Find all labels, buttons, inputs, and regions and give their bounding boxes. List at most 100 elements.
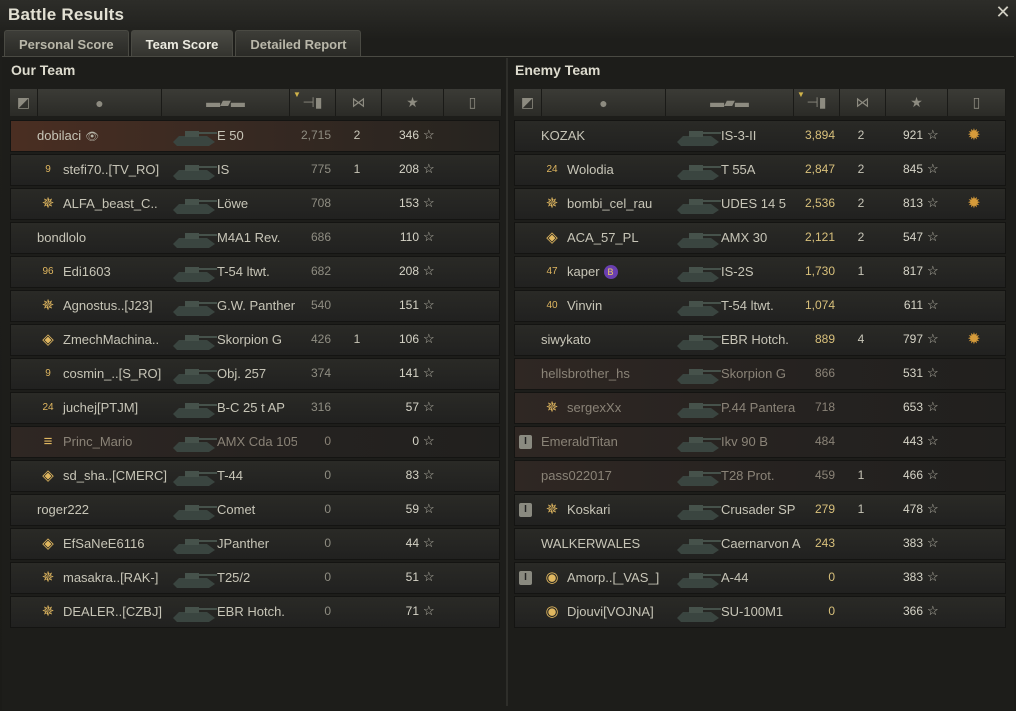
- kills-icon[interactable]: ⋈: [840, 89, 886, 116]
- rank-badge-icon: ◉: [545, 603, 559, 620]
- table-row[interactable]: dobilaci 👁 E 50 2,715 2 346 ☆: [10, 120, 500, 152]
- tank-icon[interactable]: ▬▰▬: [162, 89, 290, 116]
- table-row[interactable]: bondlolo M4A1 Rev. 686 110 ☆: [10, 222, 500, 254]
- damage-value: 0: [324, 468, 331, 482]
- table-row[interactable]: I EmeraldTitan Ikv 90 B 484 443 ☆: [514, 426, 1006, 458]
- tab-team-score[interactable]: Team Score: [130, 30, 234, 56]
- damage-value: 426: [310, 332, 331, 346]
- table-row[interactable]: ◉ Djouvi[VOJNA] SU-100M1 0 366 ☆: [514, 596, 1006, 628]
- damage-value: 686: [310, 230, 331, 244]
- table-row[interactable]: 47 kaper B IS-2S 1,730 1 817 ☆: [514, 256, 1006, 288]
- player-name: sergexXx: [567, 400, 621, 415]
- table-row[interactable]: ◈ EfSaNeE6116 JPanther 0 44 ☆: [10, 528, 500, 560]
- kills-value: 1: [857, 502, 865, 516]
- kills-icon[interactable]: ⋈: [336, 89, 382, 116]
- damage-icon[interactable]: ▼ ⊣▮: [794, 89, 840, 116]
- table-row[interactable]: ✵ masakra..[RAK-] T25/2 0 51 ☆: [10, 562, 500, 594]
- tab-detailed-report[interactable]: Detailed Report: [235, 30, 362, 56]
- tab-personal-score[interactable]: Personal Score: [4, 30, 129, 56]
- table-row[interactable]: ✵ sergexXx P.44 Pantera 718 653 ☆: [514, 392, 1006, 424]
- table-row[interactable]: ◈ ZmechMachina.. Skorpion G 426 1 106 ☆: [10, 324, 500, 356]
- damage-value: 316: [310, 400, 331, 414]
- xp-value: 921: [902, 128, 923, 142]
- table-row[interactable]: 9 stefi70..[TV_RO] IS 775 1 208 ☆: [10, 154, 500, 186]
- damage-value: 1,730: [804, 264, 835, 278]
- player-name: bondlolo: [37, 230, 86, 245]
- table-row[interactable]: siwykato EBR Hotch. 889 4 797 ☆ ✹: [514, 324, 1006, 356]
- xp-value: 110: [399, 230, 419, 244]
- xp-value: 153: [398, 196, 419, 210]
- player-name-text: masakra..[RAK-]: [63, 570, 159, 585]
- xp-star-icon: ☆: [423, 331, 435, 346]
- damage-icon[interactable]: ▼ ⊣▮: [290, 89, 336, 116]
- table-row[interactable]: pass022017 T28 Prot. 459 1 466 ☆: [514, 460, 1006, 492]
- table-row[interactable]: roger222 Comet 0 59 ☆: [10, 494, 500, 526]
- tank-icon[interactable]: ▬▰▬: [666, 89, 794, 116]
- table-row[interactable]: 24 juchej[PTJM] B-C 25 t AP 316 57 ☆: [10, 392, 500, 424]
- table-row[interactable]: 24 Wolodia T 55A 2,847 2 845 ☆: [514, 154, 1006, 186]
- player-name-text: DEALER..[CZBJ]: [63, 604, 162, 619]
- table-row[interactable]: 9 cosmin_..[S_RO] Obj. 257 374 141 ☆: [10, 358, 500, 390]
- xp-star-icon: ☆: [423, 501, 435, 516]
- kills-value: 1: [353, 332, 361, 346]
- squad-icon[interactable]: ◩: [514, 89, 542, 116]
- kills-value: 1: [857, 264, 865, 278]
- platoon-icon: I: [519, 503, 532, 517]
- tank-icon: [673, 294, 723, 319]
- xp-star-icon[interactable]: ★: [382, 89, 444, 116]
- xp-value: 106: [398, 332, 419, 346]
- damage-value: 243: [814, 536, 835, 550]
- tank-icon: [169, 566, 219, 591]
- table-row[interactable]: hellsbrother_hs Skorpion G 866 531 ☆: [514, 358, 1006, 390]
- medal-icon[interactable]: ▯: [444, 89, 502, 116]
- table-row[interactable]: 40 Vinvin T-54 ltwt. 1,074 611 ☆: [514, 290, 1006, 322]
- table-row[interactable]: KOZAK IS-3-II 3,894 2 921 ☆ ✹: [514, 120, 1006, 152]
- table-row[interactable]: ✵ ALFA_beast_C.. Löwe 708 153 ☆: [10, 188, 500, 220]
- xp-star-icon: ☆: [423, 535, 435, 550]
- player-icon[interactable]: ●: [38, 89, 162, 116]
- table-row[interactable]: ✵ Agnostus..[J23] G.W. Panther 540 151 ☆: [10, 290, 500, 322]
- xp-star-icon[interactable]: ★: [886, 89, 948, 116]
- table-row[interactable]: I ◉ Amorp..[_VAS_] A-44 0 383 ☆: [514, 562, 1006, 594]
- xp-star-icon: ☆: [927, 399, 939, 414]
- kills-value: 1: [857, 468, 865, 482]
- table-row[interactable]: WALKERWALES Caernarvon A 243 383 ☆: [514, 528, 1006, 560]
- kills-value: 1: [353, 162, 361, 176]
- xp-star-icon: ☆: [927, 569, 939, 584]
- rank-badge-icon: 24: [42, 402, 54, 413]
- player-name: sd_sha..[CMERC]: [63, 468, 167, 483]
- kills-value: 4: [857, 332, 865, 346]
- table-row[interactable]: ◈ ACA_57_PL AMX 30 2,121 2 547 ☆: [514, 222, 1006, 254]
- xp-value: 611: [903, 298, 923, 312]
- table-row[interactable]: ≡ Princ_Mario AMX Cda 105 0 0 ☆: [10, 426, 500, 458]
- damage-value: 718: [814, 400, 835, 414]
- table-row[interactable]: 96 Edi1603 T-54 ltwt. 682 208 ☆: [10, 256, 500, 288]
- table-row[interactable]: ◈ sd_sha..[CMERC] T-44 0 83 ☆: [10, 460, 500, 492]
- damage-value: 374: [310, 366, 331, 380]
- tank-icon: [169, 464, 219, 489]
- player-name: masakra..[RAK-]: [63, 570, 158, 585]
- player-name-text: EmeraldTitan: [541, 434, 618, 449]
- damage-value: 2,715: [300, 128, 331, 142]
- damage-value: 708: [310, 196, 331, 210]
- player-name-text: Princ_Mario: [63, 434, 133, 449]
- table-row[interactable]: ✵ DEALER..[CZBJ] EBR Hotch. 0 71 ☆: [10, 596, 500, 628]
- squad-icon[interactable]: ◩: [10, 89, 38, 116]
- xp-star-icon: ☆: [423, 399, 435, 414]
- tank-icon: [673, 226, 723, 251]
- tank-icon: [673, 464, 723, 489]
- xp-star-icon: ☆: [423, 229, 435, 244]
- platoon-icon: I: [519, 571, 532, 585]
- xp-value: 151: [398, 298, 419, 312]
- close-icon[interactable]: ✕: [994, 3, 1012, 21]
- player-icon[interactable]: ●: [542, 89, 666, 116]
- table-row[interactable]: ✵ bombi_cel_rau UDES 14 5 2,536 2 813 ☆ ✹: [514, 188, 1006, 220]
- title-bar: Battle Results ✕: [0, 0, 1016, 30]
- table-row[interactable]: I ✵ Koskari Crusader SP 279 1 478 ☆: [514, 494, 1006, 526]
- medal-icon: ✹: [967, 195, 981, 212]
- rank-badge-icon: 24: [546, 164, 558, 175]
- medal-icon[interactable]: ▯: [948, 89, 1006, 116]
- rank-badge-icon: ◈: [42, 331, 54, 348]
- clan-icon: B: [603, 265, 618, 279]
- xp-star-icon: ☆: [423, 127, 435, 142]
